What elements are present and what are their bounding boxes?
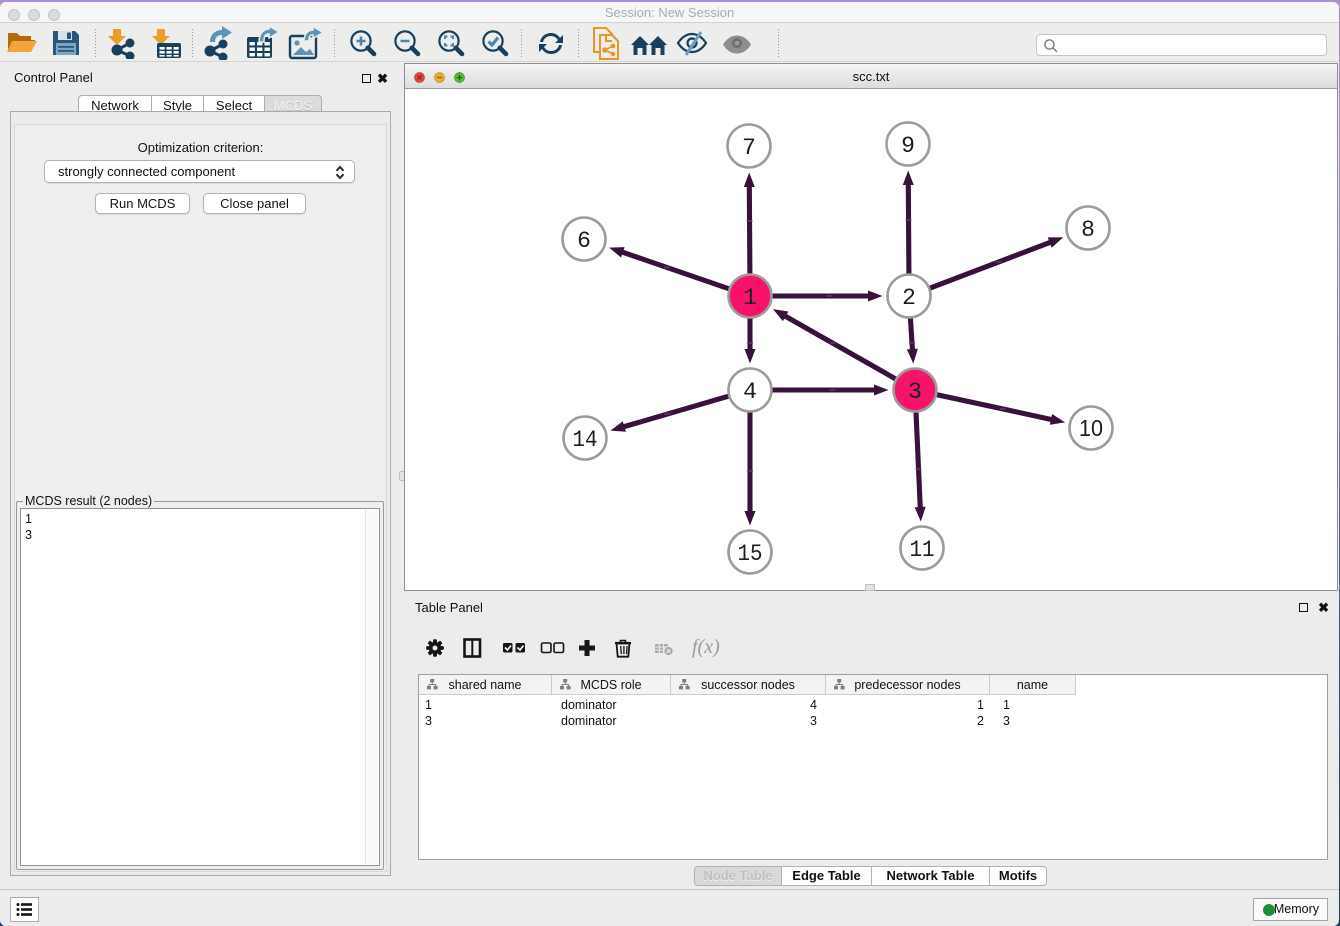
svg-text:4: 4 <box>743 379 757 405</box>
svg-text:3: 3 <box>908 379 922 405</box>
svg-text:2: 2 <box>902 285 916 311</box>
svg-text:10: 10 <box>1079 415 1103 441</box>
svg-text:7: 7 <box>742 135 756 161</box>
svg-text:15: 15 <box>738 541 763 567</box>
svg-text:9: 9 <box>901 133 915 159</box>
svg-text:1: 1 <box>743 285 757 311</box>
svg-text:8: 8 <box>1081 217 1095 243</box>
svg-text:6: 6 <box>577 228 591 254</box>
svg-text:11: 11 <box>910 537 935 563</box>
svg-text:14: 14 <box>573 427 598 453</box>
